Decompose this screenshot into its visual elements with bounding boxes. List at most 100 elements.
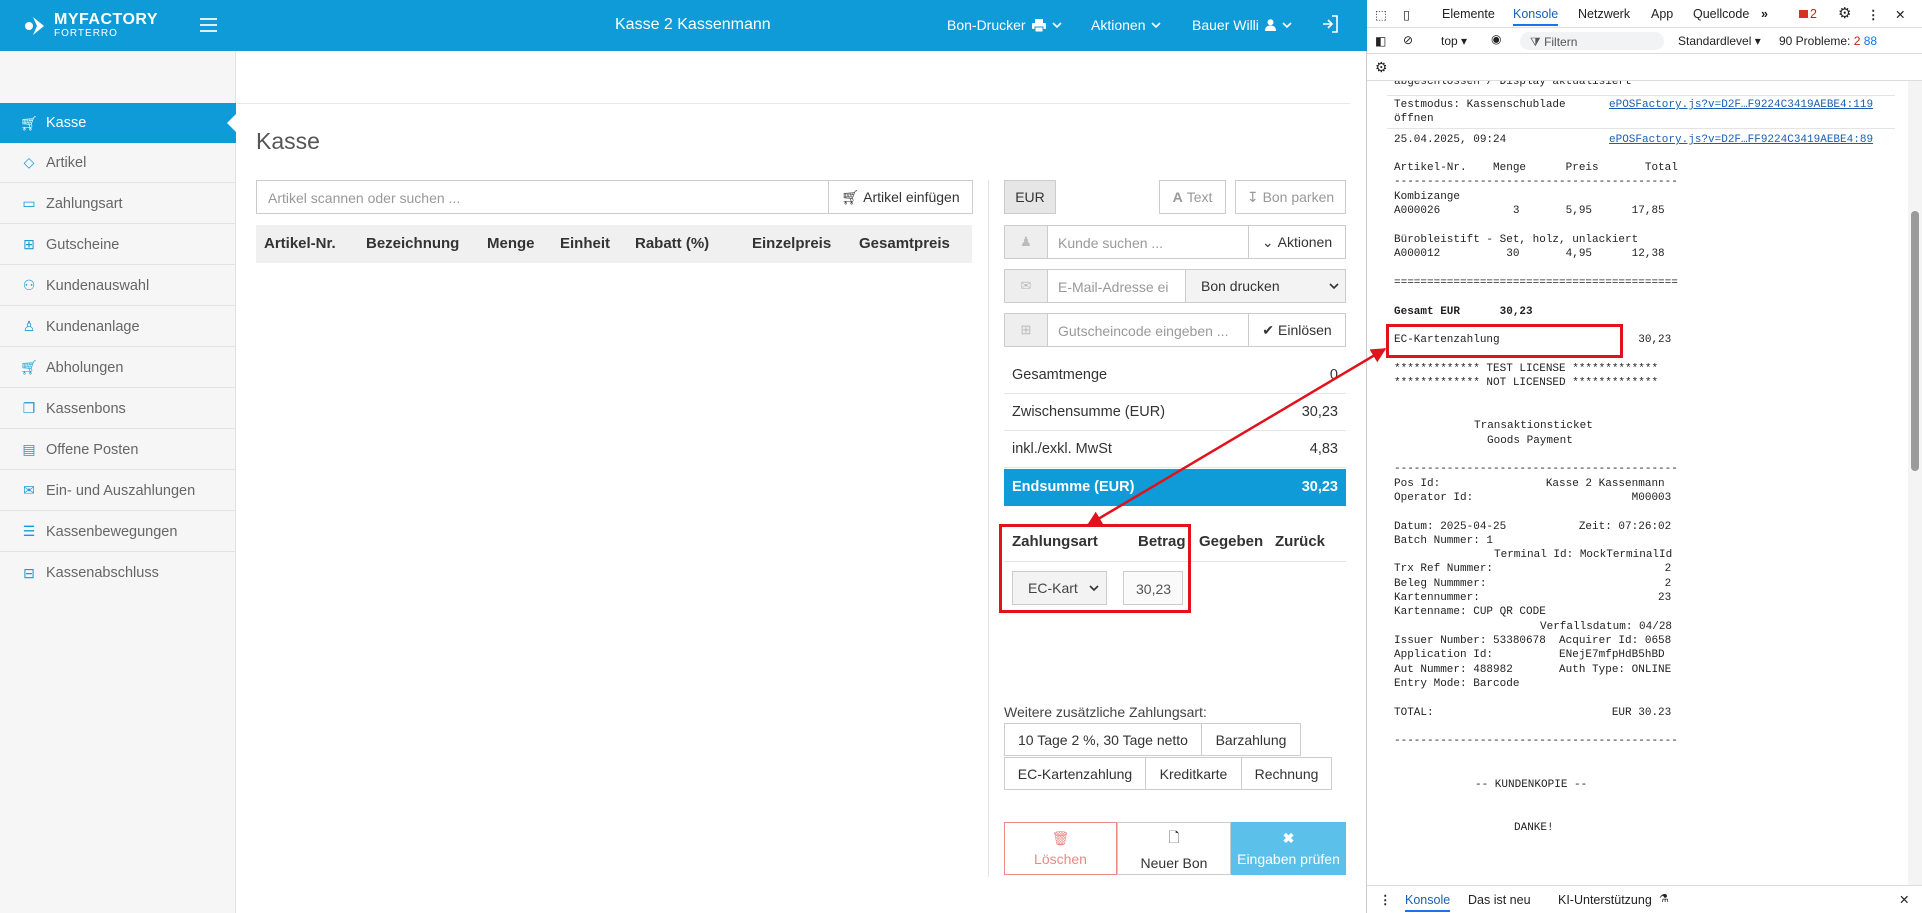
filter-input[interactable]: ⧩ Filtern	[1520, 32, 1664, 50]
delete-button[interactable]: 🗑︎ Löschen	[1004, 822, 1117, 875]
more-tabs-icon[interactable]: »	[1761, 7, 1768, 21]
redeem-button[interactable]: ✔ Einlösen	[1248, 313, 1346, 347]
sidebar-item-kassenbewegungen[interactable]: ☰ Kassenbewegungen	[0, 512, 236, 552]
console-line: A000026 3 5,95 17,85	[1394, 205, 1665, 217]
file-icon: 🗋︎	[1168, 828, 1180, 845]
settings-icon[interactable]: ⚙	[1838, 4, 1851, 22]
console-toolbar: ◧ ⊘ top ▾ ◉ ⧩ Filtern Standardlevel ▾ 90…	[1367, 28, 1922, 54]
customer-search-input[interactable]: Kunde suchen ...	[1047, 225, 1249, 259]
hamburger-menu-icon[interactable]	[200, 18, 217, 32]
problems-counter[interactable]: 90 Probleme: 2 88	[1779, 34, 1877, 48]
error-badge[interactable]: 2	[1799, 7, 1817, 21]
column-header[interactable]: Einheit	[560, 235, 610, 252]
park-bon-label: Bon parken	[1262, 189, 1335, 205]
payment-option-button[interactable]: Kreditkarte	[1145, 757, 1242, 790]
text-button-label: Text	[1186, 189, 1213, 205]
sidebar-item-ein-auszahlungen[interactable]: ✉︎ Ein- und Auszahlungen	[0, 471, 236, 511]
summary-label: Zwischensumme (EUR)	[1012, 404, 1166, 420]
tab-elements[interactable]: Elemente	[1442, 7, 1495, 21]
credit-card-icon: ▭	[22, 195, 36, 211]
tab-app[interactable]: App	[1651, 7, 1673, 21]
payment-option-button[interactable]: EC-Kartenzahlung	[1004, 757, 1146, 790]
console-separator	[1387, 128, 1895, 129]
scrollbar-thumb[interactable]	[1911, 211, 1919, 471]
inspect-element-icon[interactable]: ⬚	[1375, 7, 1387, 22]
user-icon	[1264, 19, 1276, 31]
close-icon[interactable]: ✕	[1895, 7, 1905, 22]
chevron-down-icon	[1282, 21, 1292, 28]
sidebar-item-kassenabschluss[interactable]: ⊟ Kassenabschluss	[0, 553, 236, 593]
tab-sources[interactable]: Quellcode	[1693, 7, 1749, 21]
column-header[interactable]: Artikel-Nr.	[264, 235, 336, 252]
console-scrollbar[interactable]	[1908, 81, 1922, 885]
eye-icon[interactable]: ◉	[1491, 32, 1501, 46]
sidebar-item-label: Abholungen	[46, 359, 124, 376]
console-source-link[interactable]: ePOSFactory.js?v=D2F…F9224C3419AEBE4:119	[1609, 98, 1873, 112]
console-line: abgeschlossen / Display aktualisiert	[1394, 81, 1632, 88]
column-divider	[988, 180, 989, 877]
console-line: Batch Nummer: 1	[1394, 535, 1494, 547]
drawer-tab-console[interactable]: Konsole	[1405, 893, 1451, 912]
console-line: Kartennummer: 23	[1394, 592, 1672, 604]
column-header[interactable]: Menge	[487, 235, 535, 252]
drawer-tab-ai-assistance[interactable]: KI-Unterstützung	[1558, 893, 1652, 907]
console-line: Kombizange	[1394, 191, 1461, 203]
logo-mark-icon	[25, 16, 44, 35]
column-header[interactable]: Bezeichnung	[366, 235, 459, 252]
sidebar-item-label: Kassenbewegungen	[46, 523, 178, 540]
summary-value: 30,23	[1301, 404, 1338, 420]
console-line: Beleg Nummmer: 2	[1394, 578, 1672, 590]
more-options-icon[interactable]: ⋮	[1867, 7, 1880, 22]
tag-icon: ◇	[23, 154, 35, 170]
logout-icon[interactable]	[1322, 15, 1338, 33]
payment-option-button[interactable]: Barzahlung	[1201, 723, 1301, 756]
clear-console-icon[interactable]: ⊘	[1403, 33, 1413, 47]
context-select[interactable]: top ▾	[1441, 34, 1467, 48]
drawer-tab-whats-new[interactable]: Das ist neu	[1468, 893, 1531, 907]
column-header[interactable]: Rabatt (%)	[635, 235, 709, 252]
summary-row: Zwischensumme (EUR) 30,23	[1004, 394, 1346, 431]
payment-option-button[interactable]: Rechnung	[1241, 757, 1332, 790]
check-inputs-button[interactable]: ✖ Eingaben prüfen	[1231, 822, 1346, 875]
sidebar-item-kassenbons[interactable]: ❐ Kassenbons	[0, 389, 236, 429]
sidebar-item-kundenanlage[interactable]: ♙ Kundenanlage	[0, 307, 236, 347]
sidebar-item-artikel[interactable]: ◇ Artikel	[0, 143, 236, 183]
user-menu[interactable]: Bauer Willi	[1192, 17, 1292, 33]
tab-console[interactable]: Konsole	[1513, 7, 1559, 26]
currency-button[interactable]: EUR	[1004, 180, 1056, 214]
insert-article-button[interactable]: 🛒︎ Artikel einfügen	[828, 180, 973, 214]
sidebar-item-gutscheine[interactable]: ⊞ Gutscheine	[0, 225, 236, 265]
email-input[interactable]: E-Mail-Adresse ei	[1047, 269, 1186, 303]
new-bon-button[interactable]: 🗋︎ Neuer Bon	[1117, 822, 1231, 875]
text-button[interactable]: A Text	[1159, 180, 1226, 214]
sidebar: 🛒︎ Kasse ◇ Artikel ▭ Zahlungsart ⊞ Gutschein…	[0, 51, 237, 913]
close-icon[interactable]: ✕	[1899, 892, 1909, 907]
voucher-code-input[interactable]: Gutscheincode eingeben ...	[1047, 313, 1249, 347]
print-bon-select[interactable]: Bon drucken	[1185, 269, 1346, 303]
column-header[interactable]: Gesamtpreis	[859, 235, 950, 252]
customer-actions-button[interactable]: ⌄ Aktionen	[1248, 225, 1346, 259]
device-toolbar-icon[interactable]: ▯	[1403, 7, 1410, 22]
console-settings-icon[interactable]: ⚙	[1375, 59, 1388, 76]
park-bon-button[interactable]: ↧ Bon parken	[1235, 180, 1346, 214]
sidebar-item-kasse[interactable]: 🛒︎ Kasse	[0, 103, 237, 143]
tab-network[interactable]: Netzwerk	[1578, 7, 1630, 21]
article-search-input[interactable]: Artikel scannen oder suchen ...	[256, 180, 829, 214]
sidebar-item-zahlungsart[interactable]: ▭ Zahlungsart	[0, 184, 236, 224]
sidebar-item-offene-posten[interactable]: ▤ Offene Posten	[0, 430, 236, 470]
log-level-select[interactable]: Standardlevel ▾	[1678, 34, 1761, 48]
console-line: Terminal Id: MockTerminalId	[1494, 549, 1673, 561]
sidebar-item-label: Artikel	[46, 154, 87, 171]
payment-option-button[interactable]: 10 Tage 2 %, 30 Tage netto	[1004, 723, 1202, 756]
sidebar-toggle-icon[interactable]: ◧	[1375, 34, 1386, 48]
envelope-icon: ✉︎	[23, 482, 35, 498]
sidebar-item-kundenauswahl[interactable]: ⚇ Kundenauswahl	[0, 266, 236, 306]
column-header[interactable]: Einzelpreis	[752, 235, 831, 252]
actions-menu[interactable]: Aktionen	[1091, 17, 1162, 33]
sidebar-item-abholungen[interactable]: 🛒︎ Abholungen	[0, 348, 236, 388]
logo[interactable]: MYFACTORY FORTERRO	[22, 12, 158, 39]
printer-menu[interactable]: Bon-Drucker	[947, 17, 1062, 33]
console-source-link[interactable]: ePOSFactory.js?v=D2F…FF9224C3419AEBE4:89	[1609, 133, 1873, 147]
console-settings-bar: ⚙	[1367, 54, 1922, 81]
more-options-icon[interactable]: ⋮	[1379, 892, 1392, 907]
